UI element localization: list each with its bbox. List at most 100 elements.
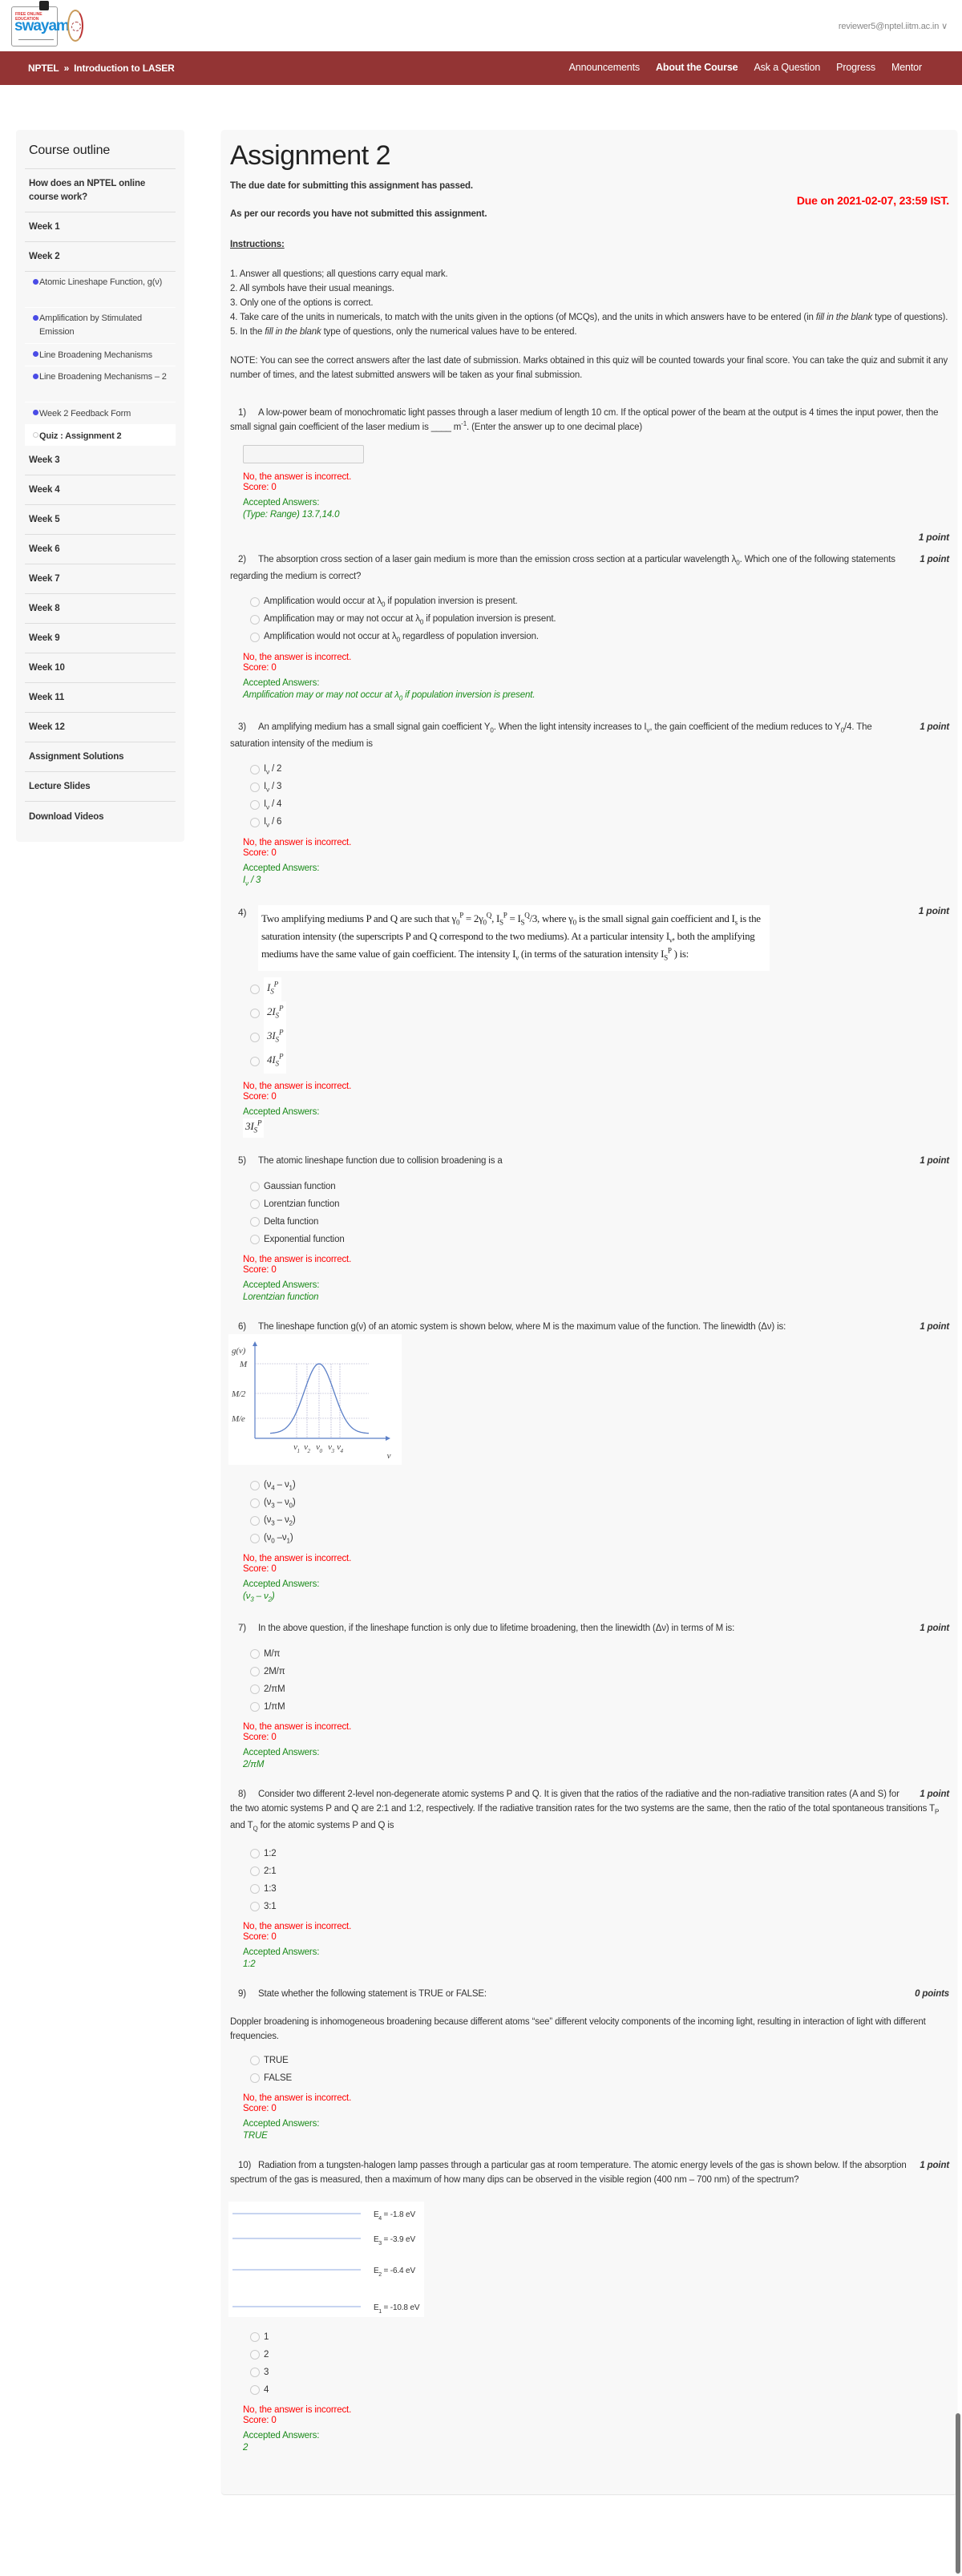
nav-progress[interactable]: Progress [836, 62, 875, 73]
radio-button[interactable] [250, 1902, 260, 1911]
option[interactable]: I_{ν} / 6 [250, 814, 949, 831]
radio-button[interactable] [250, 597, 260, 607]
sidebar-item[interactable]: Week 1 [25, 212, 176, 242]
sidebar-item[interactable]: Week 3 [25, 446, 176, 475]
option[interactable]: Delta function [250, 1213, 949, 1231]
option[interactable]: (ν_{0} –ν_{1}) [250, 1530, 949, 1547]
answer-input[interactable] [243, 445, 364, 463]
option[interactable]: Amplification may or may not occur at λ_… [250, 611, 949, 629]
sidebar-subitem[interactable]: Line Broadening Mechanisms [25, 344, 176, 366]
radio-button[interactable] [250, 615, 260, 625]
sidebar-subitem[interactable]: Line Broadening Mechanisms – 2 [25, 366, 176, 402]
option[interactable]: 4 [250, 2381, 949, 2399]
nav-mentor[interactable]: Mentor [891, 62, 922, 73]
radio-button[interactable] [250, 1235, 260, 1244]
option[interactable]: I_{ν} / 4 [250, 796, 949, 814]
sidebar-item[interactable]: Week 10 [25, 653, 176, 683]
sidebar-item[interactable]: Week 4 [25, 475, 176, 505]
option[interactable]: Amplification would not occur at λ_{0} r… [250, 629, 949, 646]
option[interactable]: Exponential function [250, 1231, 949, 1248]
radio-button[interactable] [250, 2368, 260, 2377]
sidebar-item[interactable]: How does an NPTEL online course work? [25, 169, 176, 212]
radio-button[interactable] [250, 818, 260, 827]
radio-button[interactable] [250, 1199, 260, 1209]
radio-button[interactable] [250, 2056, 260, 2065]
radio-button[interactable] [250, 1884, 260, 1894]
option[interactable]: 3:1 [250, 1898, 949, 1915]
sidebar-subitem[interactable]: Week 2 Feedback Form [25, 402, 176, 425]
option[interactable]: 2 [250, 2346, 949, 2364]
radio-button[interactable] [250, 985, 260, 994]
option[interactable]: 3I_{S}^{P} [250, 1025, 949, 1049]
radio-button[interactable] [250, 1481, 260, 1490]
radio-button[interactable] [250, 800, 260, 810]
radio-button[interactable] [250, 1667, 260, 1676]
option[interactable]: FALSE [250, 2069, 949, 2087]
radio-button[interactable] [250, 2332, 260, 2342]
sidebar-item[interactable]: Week 2 [25, 242, 176, 272]
radio-button[interactable] [250, 2385, 260, 2395]
swayam-logo[interactable]: FREE ONLINE EDUCATION swayam [11, 1, 70, 47]
option[interactable]: 1:2 [250, 1845, 949, 1862]
option[interactable]: 1:3 [250, 1880, 949, 1898]
radio-button[interactable] [250, 1649, 260, 1659]
sidebar-subitem[interactable]: Quiz : Assignment 2 [25, 425, 176, 446]
radio-button[interactable] [250, 783, 260, 792]
sidebar-item[interactable]: Week 8 [25, 594, 176, 624]
option[interactable]: 4I_{S}^{P} [250, 1049, 949, 1074]
radio-button[interactable] [250, 1498, 260, 1508]
option[interactable]: I_{ν} / 2 [250, 761, 949, 778]
option[interactable]: I_{ν} / 3 [250, 778, 949, 796]
sidebar-subitem[interactable]: Atomic Lineshape Function, g(ν) [25, 272, 176, 308]
option[interactable]: (ν_{3} – ν_{2}) [250, 1512, 949, 1530]
breadcrumb-nptel[interactable]: NPTEL [28, 63, 59, 74]
radio-button[interactable] [250, 633, 260, 642]
option[interactable]: 2:1 [250, 1862, 949, 1880]
sidebar-item[interactable]: Week 11 [25, 683, 176, 713]
option[interactable]: I_{S}^{P} [250, 977, 949, 1001]
radio-button[interactable] [250, 2073, 260, 2083]
option[interactable]: 2/πM [250, 1680, 949, 1698]
radio-button[interactable] [250, 1033, 260, 1042]
radio-button[interactable] [250, 1009, 260, 1018]
sidebar-item[interactable]: Assignment Solutions [25, 742, 176, 772]
page-scrollbar[interactable] [956, 2413, 960, 2574]
option[interactable]: (ν_{3} – ν_{0}) [250, 1494, 949, 1512]
radio-button[interactable] [250, 2350, 260, 2360]
radio-button[interactable] [250, 1182, 260, 1191]
option[interactable]: Amplification would occur at λ_{0} if po… [250, 593, 949, 611]
radio-button[interactable] [250, 1217, 260, 1227]
sidebar-item[interactable]: Download Videos [25, 802, 176, 831]
nav-announcements[interactable]: Announcements [569, 62, 641, 73]
radio-button[interactable] [250, 1516, 260, 1526]
option[interactable]: 2M/π [250, 1663, 949, 1680]
user-menu[interactable]: reviewer5@nptel.iitm.ac.in ∨ [839, 21, 948, 31]
nav-about-course[interactable]: About the Course [656, 62, 738, 73]
radio-button[interactable] [250, 1684, 260, 1694]
options-list: Gaussian function Lorentzian function Delt… [230, 1178, 949, 1248]
option[interactable]: TRUE [250, 2052, 949, 2069]
sidebar-subitem[interactable]: Amplification by Stimulated Emission [25, 308, 176, 344]
radio-button[interactable] [250, 1866, 260, 1876]
radio-button[interactable] [250, 1534, 260, 1543]
option[interactable]: Lorentzian function [250, 1195, 949, 1213]
radio-button[interactable] [250, 1702, 260, 1712]
radio-button[interactable] [250, 1057, 260, 1066]
sidebar-item[interactable]: Week 6 [25, 535, 176, 564]
option[interactable]: (ν_{4} – ν_{1}) [250, 1477, 949, 1494]
nav-ask-question[interactable]: Ask a Question [754, 62, 820, 73]
sidebar-item[interactable]: Week 9 [25, 624, 176, 653]
radio-button[interactable] [250, 1849, 260, 1858]
sidebar-item[interactable]: Week 5 [25, 505, 176, 535]
option[interactable]: 2I_{S}^{P} [250, 1001, 949, 1025]
sidebar-item[interactable]: Week 7 [25, 564, 176, 594]
option[interactable]: M/π [250, 1645, 949, 1663]
sidebar-item[interactable]: Week 12 [25, 713, 176, 742]
sidebar-item[interactable]: Lecture Slides [25, 772, 176, 802]
option[interactable]: 1/πM [250, 1698, 949, 1716]
option[interactable]: 1 [250, 2328, 949, 2346]
breadcrumb-course[interactable]: Introduction to LASER [74, 63, 175, 74]
option[interactable]: Gaussian function [250, 1178, 949, 1195]
radio-button[interactable] [250, 765, 260, 774]
option[interactable]: 3 [250, 2364, 949, 2381]
